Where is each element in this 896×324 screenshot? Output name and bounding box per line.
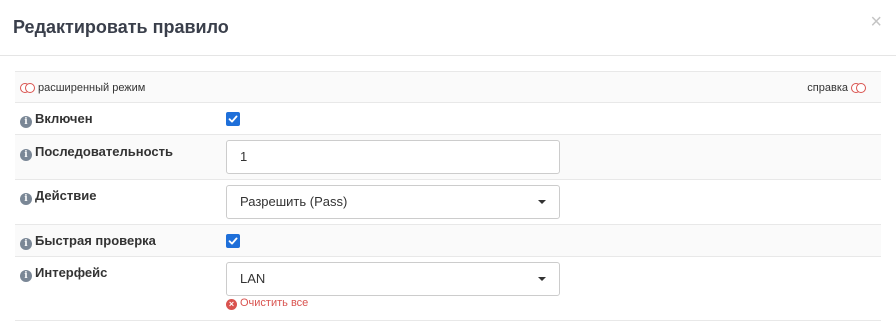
enabled-checkbox[interactable] [226,112,240,126]
row-action: i Действие Разрешить (Pass) [15,180,881,225]
info-icon[interactable]: i [20,149,32,161]
close-button[interactable]: × [870,12,882,32]
modal-header: Редактировать правило × [0,0,896,56]
advanced-mode-toggle[interactable]: расширенный режим [20,82,145,94]
clear-all-label[interactable]: Очистить все [240,297,308,309]
action-label-group: i Действие [20,188,96,205]
interface-label: Интерфейс [35,265,108,280]
row-interface: i Интерфейс LAN × Очистить все [15,257,881,321]
advanced-mode-label[interactable]: расширенный режим [38,82,145,94]
action-selected-value: Разрешить (Pass) [240,194,348,209]
options-row: расширенный режим справка [15,71,881,103]
caret-down-icon [538,277,546,281]
info-icon[interactable]: i [20,116,32,128]
row-sequence: i Последовательность 1 [15,135,881,180]
toggle-off-icon[interactable] [851,83,866,94]
enabled-label-group: i Включен [20,111,93,128]
quick-label-group: i Быстрая проверка [20,233,156,250]
info-icon[interactable]: i [20,270,32,282]
modal-title: Редактировать правило [13,17,229,37]
sequence-label: Последовательность [35,144,173,159]
help-toggle[interactable]: справка [807,82,866,94]
action-select[interactable]: Разрешить (Pass) [226,185,560,219]
info-icon[interactable]: i [20,238,32,250]
interface-selected-value: LAN [240,271,266,286]
interface-select[interactable]: LAN [226,262,560,296]
quick-checkbox[interactable] [226,234,240,248]
sequence-label-group: i Последовательность [20,144,173,161]
toggle-off-icon[interactable] [20,83,35,94]
caret-down-icon [538,200,546,204]
help-label[interactable]: справка [807,82,848,94]
sequence-input[interactable]: 1 [226,140,560,174]
row-enabled: i Включен [15,103,881,135]
row-quick: i Быстрая проверка [15,225,881,257]
info-icon[interactable]: i [20,193,32,205]
interface-label-group: i Интерфейс [20,265,107,282]
enabled-label: Включен [35,111,93,126]
quick-label: Быстрая проверка [35,233,156,248]
clear-all-link[interactable]: × Очистить все [226,297,308,310]
action-label: Действие [35,188,97,203]
times-circle-icon: × [226,299,237,310]
